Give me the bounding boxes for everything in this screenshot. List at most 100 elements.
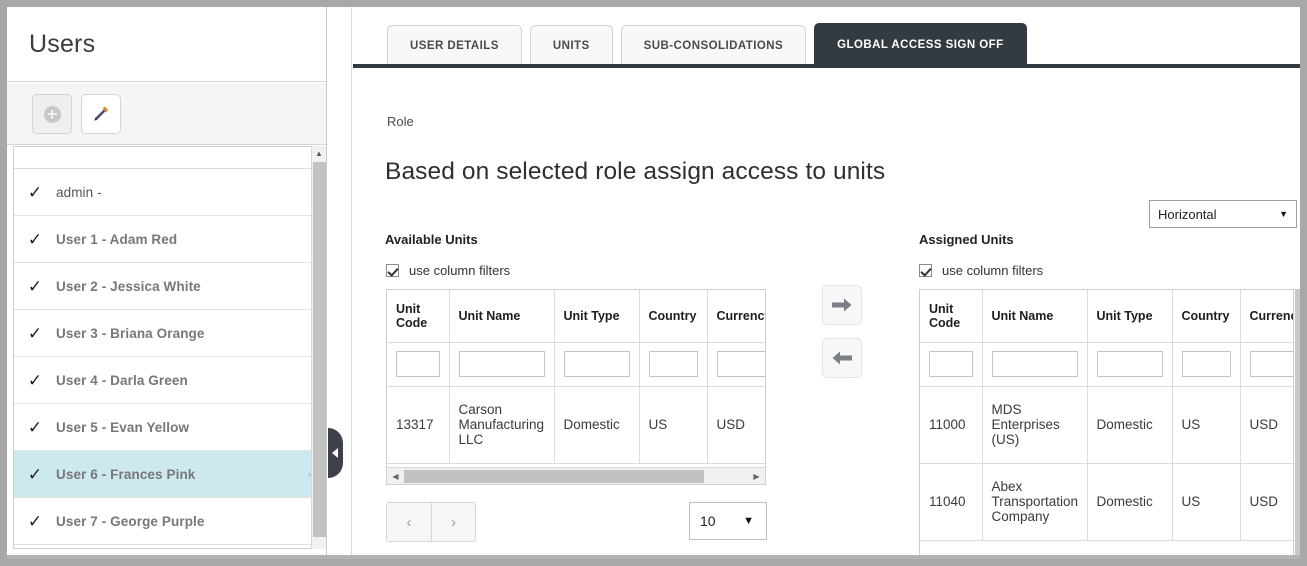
cell-unit-type: Domestic (1087, 386, 1173, 464)
user-list-item[interactable]: ✓ User 3 - Briana Orange (14, 310, 321, 357)
available-units-title: Available Units (385, 232, 478, 247)
scroll-up-arrow-icon[interactable]: ▲ (312, 146, 326, 160)
filter-cell (387, 342, 450, 387)
page-size-select[interactable]: 10 ▼ (689, 502, 767, 540)
cell-currency: USD (707, 386, 765, 464)
assigned-units-grid[interactable]: Unit Code Unit Name Unit Type Country Curren… (919, 289, 1294, 559)
orientation-selected-value: Horizontal (1158, 206, 1217, 222)
tab-units[interactable]: UNITS (529, 25, 613, 66)
add-user-button[interactable] (32, 94, 72, 134)
user-list-item-label: User 2 - Jessica White (56, 278, 201, 294)
table-row[interactable]: 13317 Carson Manufacturing LLC Domestic US U… (387, 386, 765, 464)
checkbox-checked-icon (919, 264, 932, 277)
user-list-item[interactable]: ✓ User 4 - Darla Green (14, 357, 321, 404)
user-list-item-label: User 5 - Evan Yellow (56, 419, 190, 435)
check-icon: ✓ (27, 323, 43, 343)
user-list-item-label: admin - (56, 184, 102, 200)
filter-input-unit-type[interactable] (1096, 351, 1163, 377)
filter-input-country[interactable] (648, 351, 698, 377)
filter-input-unit-code[interactable] (396, 351, 440, 377)
column-header-unit-code[interactable]: Unit Code (920, 290, 983, 343)
available-grid-hscrollbar[interactable]: ◀ ▶ (387, 467, 765, 484)
user-list-item[interactable]: ✓ User 5 - Evan Yellow (14, 404, 321, 451)
hscroll-thumb[interactable] (404, 469, 704, 483)
filter-input-unit-name[interactable] (458, 351, 545, 377)
column-filter-row (387, 342, 765, 387)
assigned-column-filters-toggle[interactable]: use column filters (919, 263, 1043, 278)
cell-unit-name: MDS Enterprises (US) (982, 386, 1088, 464)
main-panel: USER DETAILS UNITS SUB-CONSOLIDATIONS GLOBA… (353, 7, 1300, 559)
column-header-currency[interactable]: Currency (707, 290, 765, 343)
available-units-pagination: ‹ › (386, 502, 476, 542)
filter-cell (1087, 342, 1173, 387)
user-list-item-label: User 7 - George Purple (56, 513, 205, 529)
user-list-item-label: User 6 - Frances Pink (56, 466, 196, 482)
tab-sub-consolidations[interactable]: SUB-CONSOLIDATIONS (620, 25, 807, 66)
filter-input-unit-name[interactable] (991, 351, 1078, 377)
column-header-country[interactable]: Country (639, 290, 708, 343)
column-header-unit-name[interactable]: Unit Name (982, 290, 1088, 343)
users-list[interactable]: ✓ admin - ✓ User 1 - Adam Red ✓ User 2 - Jess… (13, 146, 321, 549)
filter-input-unit-code[interactable] (929, 351, 973, 377)
user-list-item-label: User 1 - Adam Red (56, 231, 178, 247)
assign-units-button[interactable] (822, 285, 862, 325)
filter-cell (1240, 342, 1293, 387)
scrollbar-thumb[interactable] (1295, 289, 1300, 559)
sidebar-header: Users (7, 7, 326, 82)
cell-unit-name: Carson Manufacturing LLC (449, 386, 555, 464)
cell-unit-type: Domestic (1087, 463, 1173, 541)
column-header-unit-code[interactable]: Unit Code (387, 290, 450, 343)
column-header-unit-name[interactable]: Unit Name (449, 290, 555, 343)
window-bottom-bar (7, 555, 1300, 559)
hscroll-track[interactable] (404, 469, 748, 484)
check-icon: ✓ (27, 464, 43, 484)
orientation-select[interactable]: Horizontal ▼ (1149, 200, 1297, 228)
tab-global-access-sign-off[interactable]: GLOBAL ACCESS SIGN OFF (814, 23, 1027, 66)
user-list-item[interactable]: ✓ admin - (14, 169, 321, 216)
plus-icon (43, 105, 61, 123)
available-column-filters-toggle[interactable]: use column filters (386, 263, 510, 278)
filter-cell (554, 342, 640, 387)
next-page-button[interactable]: › (431, 503, 475, 541)
check-icon: ✓ (27, 182, 43, 202)
user-list-item[interactable]: ✓ User 7 - George Purple (14, 498, 321, 545)
column-filter-row (920, 342, 1293, 387)
cell-unit-code: 11000 (920, 386, 983, 464)
tab-list: USER DETAILS UNITS SUB-CONSOLIDATIONS GLOBA… (387, 23, 1027, 66)
main-vertical-scrollbar[interactable] (1295, 289, 1300, 559)
filter-input-currency[interactable] (716, 351, 765, 377)
cell-unit-code: 11040 (920, 463, 983, 541)
chevron-left-icon (331, 448, 338, 458)
sidebar-vertical-scrollbar[interactable]: ▲ (311, 146, 326, 549)
arrow-left-icon (832, 351, 852, 365)
chevron-down-icon: ▼ (1279, 209, 1288, 219)
filter-input-country[interactable] (1181, 351, 1231, 377)
column-header-country[interactable]: Country (1172, 290, 1241, 343)
scrollbar-thumb[interactable] (313, 162, 326, 537)
user-list-item[interactable]: ✓ User 2 - Jessica White (14, 263, 321, 310)
available-units-grid[interactable]: Unit Code Unit Name Unit Type Country Curren… (386, 289, 766, 485)
filter-input-unit-type[interactable] (563, 351, 630, 377)
tab-user-details[interactable]: USER DETAILS (387, 25, 522, 66)
edit-user-button[interactable] (81, 94, 121, 134)
collapse-sidebar-handle[interactable] (328, 428, 343, 478)
previous-page-button[interactable]: ‹ (387, 503, 431, 541)
check-icon: ✓ (27, 370, 43, 390)
unassign-units-button[interactable] (822, 338, 862, 378)
page-size-value: 10 (700, 513, 716, 529)
table-row[interactable]: 11000 MDS Enterprises (US) Domestic US USD (920, 386, 1293, 464)
cell-country: US (1172, 386, 1241, 464)
cell-unit-type: Domestic (554, 386, 640, 464)
cell-unit-code: 13317 (387, 386, 450, 464)
filter-input-currency[interactable] (1249, 351, 1293, 377)
table-row[interactable]: 11040 Abex Transportation Company Domestic… (920, 463, 1293, 541)
scroll-right-arrow-icon[interactable]: ▶ (748, 472, 765, 481)
assigned-units-title: Assigned Units (919, 232, 1014, 247)
arrow-right-icon (832, 298, 852, 312)
user-list-item[interactable]: ✓ User 6 - Frances Pink › (14, 451, 321, 498)
column-header-unit-type[interactable]: Unit Type (1087, 290, 1173, 343)
user-list-item[interactable]: ✓ User 1 - Adam Red (14, 216, 321, 263)
scroll-left-arrow-icon[interactable]: ◀ (387, 472, 404, 481)
column-header-unit-type[interactable]: Unit Type (554, 290, 640, 343)
column-header-currency[interactable]: Currency (1240, 290, 1293, 343)
